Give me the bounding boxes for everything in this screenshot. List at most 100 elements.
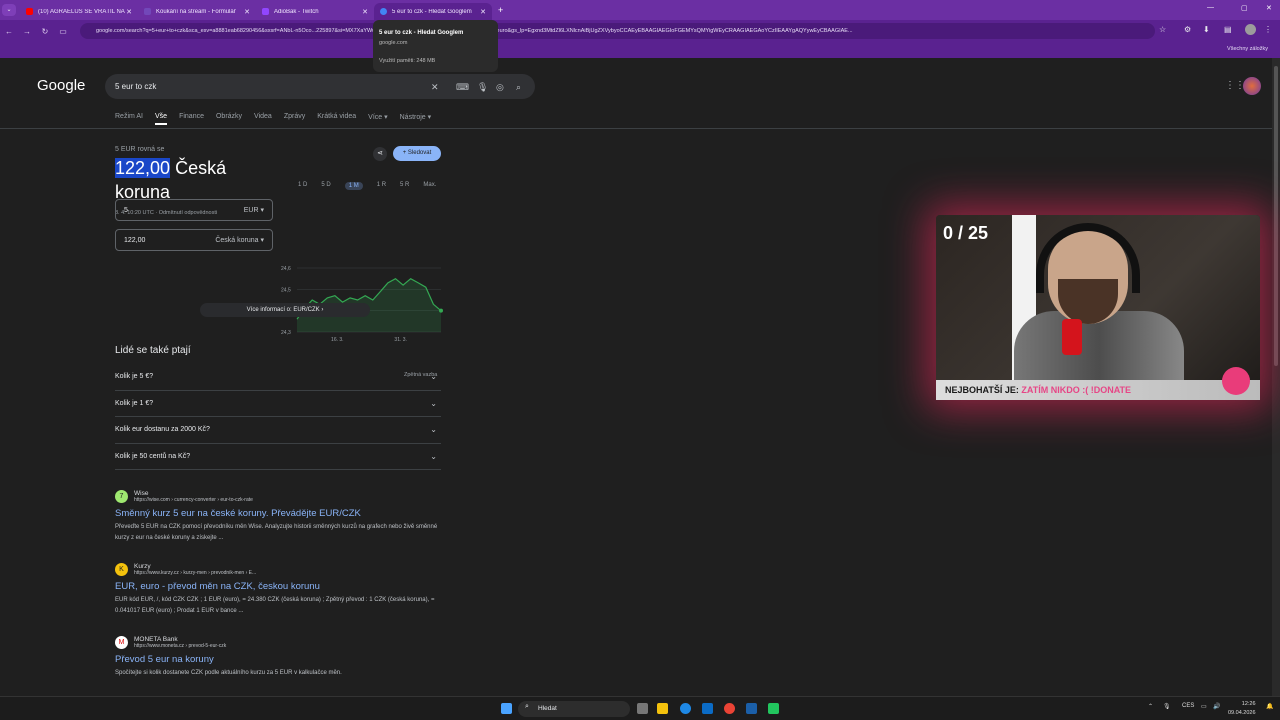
extensions-icon[interactable]: ⚙ [1184,25,1191,34]
webcam-overlay: 0 / 25 NEJBOHATŠÍ JE: ZATÍM NIKDO :( !DO… [936,215,1260,400]
paa-question[interactable]: Kolik je 1 €? ⌄ [115,391,441,417]
chart-last-point [439,308,443,313]
tab-short-videos[interactable]: Krátká videa [317,113,356,125]
split-view-icon[interactable]: ▭ [54,27,72,36]
result-title-link[interactable]: Směnný kurz 5 eur na české koruny. Převá… [115,508,445,519]
app-icon[interactable] [768,703,779,714]
paa-question[interactable]: Kolik je 50 centů na Kč? ⌄ [115,444,441,470]
tab-news[interactable]: Zprávy [284,113,305,125]
tab-videos[interactable]: Videa [254,113,272,125]
address-bar[interactable]: google.com/search?q=5+eur+to+czk&sca_esv… [80,23,1155,39]
range-5d[interactable]: 5 D [321,182,330,190]
tab-bar: ⌄ (10) AGRAELUS SE VRÁTIL NA T ✕ Koukání … [0,0,1280,20]
range-1m[interactable]: 1 M [344,182,363,190]
close-tab-icon[interactable]: ✕ [126,8,132,16]
maximize-icon[interactable]: ▢ [1241,4,1248,12]
clock[interactable]: 12:26 09.04.2026 [1228,700,1256,718]
volume-icon[interactable]: 🔊 [1213,703,1220,710]
lens-icon[interactable]: ◎ [496,82,504,93]
result-url[interactable]: https://www.moneta.cz › prevod-5-eur-czk [134,643,226,649]
paa-question[interactable]: Kolik je 5 €? ⌄ [115,364,441,391]
close-tab-icon[interactable]: ✕ [480,8,486,16]
result-url[interactable]: https://www.kurzy.cz › kurzy-men › prevo… [134,570,256,576]
bookmarks-bar: Všechny záložky [0,42,1280,58]
google-logo[interactable]: Google [37,77,85,94]
network-icon[interactable]: ▭ [1201,703,1207,710]
search-result: 7 Wise https://wise.com › currency-convert… [115,490,445,544]
chevron-down-icon: ⌄ [430,451,437,461]
mic-icon[interactable]: 🎙 [477,82,488,93]
clear-icon[interactable]: ✕ [431,82,439,93]
range-1d[interactable]: 1 D [298,182,307,190]
close-window-icon[interactable]: ✕ [1266,4,1272,12]
search-icon: ⌕ [525,703,529,710]
browser-tab-active[interactable]: 5 eur to czk - Hledat Googlem ✕ [374,3,492,20]
tab-finance[interactable]: Finance [179,113,204,125]
forward-icon[interactable]: → [18,27,36,36]
from-currency-select[interactable]: EUR ▾ [244,200,264,222]
browser-tab[interactable]: AdioBak - Twitch ✕ [256,3,374,20]
search-tabs: Režim AI Vše Finance Obrázky Videa Zpráv… [115,113,431,125]
explorer-icon[interactable] [657,703,668,714]
share-button[interactable]: ⋖ [373,147,387,161]
x-tick-label: 31. 3. [394,337,407,343]
start-icon[interactable] [501,703,512,714]
chevron-down-icon: ⌄ [430,398,437,408]
result-title-link[interactable]: Převod 5 eur na koruny [115,654,445,665]
result-title-link[interactable]: EUR, euro - převod měn na CZK, českou ko… [115,581,445,592]
tab-images[interactable]: Obrázky [216,113,242,125]
mic-icon[interactable]: 🎙 [1163,703,1171,710]
bookmark-star-icon[interactable]: ☆ [1159,25,1166,34]
chrome-icon[interactable] [724,703,735,714]
range-1y[interactable]: 1 R [377,182,386,190]
profile-avatar[interactable] [1245,24,1256,35]
tab-more[interactable]: Více ▾ [368,113,387,125]
browser-tab[interactable]: Koukání na stream - Formulář ✕ [138,3,256,20]
google-icon [380,8,387,15]
from-amount-input[interactable]: 5 EUR ▾ [115,199,273,221]
task-view-icon[interactable] [637,703,648,714]
store-icon[interactable] [702,703,713,714]
avatar[interactable] [1243,77,1261,95]
new-tab-button[interactable]: + [498,5,503,15]
reload-icon[interactable]: ↻ [36,27,54,36]
close-tab-icon[interactable]: ✕ [362,8,368,16]
steam-icon[interactable] [746,703,757,714]
language-indicator[interactable]: CES [1182,703,1194,709]
toolbar: ← → ↻ ▭ google.com/search?q=5+eur+to+czk… [0,20,1280,42]
search-result: K Kurzy https://www.kurzy.cz › kurzy-men ›… [115,563,445,617]
currency-converter: 5 EUR rovná se 122,00 Česká koruna 8. 4. … [115,146,445,378]
y-tick-label: 24,6 [281,266,291,272]
scrollbar[interactable] [1272,58,1280,696]
tab-ai-mode[interactable]: Režim AI [115,113,143,125]
tab-all[interactable]: Vše [155,113,168,125]
downloads-icon[interactable]: ⬇ [1203,25,1210,34]
tray-chevron-icon[interactable]: ⌃ [1148,703,1153,710]
all-bookmarks-button[interactable]: Všechny záložky [1227,46,1268,52]
range-max[interactable]: Max. [423,182,436,190]
search-icon[interactable]: ⌕ [516,82,521,93]
menu-icon[interactable]: ⋮ [1264,25,1272,34]
range-5y[interactable]: 5 R [400,182,409,190]
follow-button[interactable]: + Sledovat [393,146,441,161]
twitch-icon [262,8,269,15]
browser-tab[interactable]: (10) AGRAELUS SE VRÁTIL NA T ✕ [20,3,138,20]
keyboard-icon[interactable]: ⌨ [456,82,469,93]
more-info-button[interactable]: Více informací o: EUR/CZK › [200,303,370,317]
paa-question[interactable]: Kolik eur dostanu za 2000 Kč? ⌄ [115,417,441,444]
back-icon[interactable]: ← [0,27,18,36]
search-input[interactable]: 5 eur to czk [105,74,535,99]
close-tab-icon[interactable]: ✕ [244,8,250,16]
to-currency-select[interactable]: Česká koruna ▾ [215,230,264,252]
to-amount-input[interactable]: 122,00 Česká koruna ▾ [115,229,273,251]
result-url[interactable]: https://wise.com › currency-converter › … [134,497,253,503]
edge-icon[interactable] [680,703,691,714]
x-tick-label: 16. 3. [331,337,344,343]
notifications-icon[interactable]: 🔔 [1266,703,1273,710]
minimize-icon[interactable]: — [1207,4,1214,11]
taskbar-search[interactable]: Hledat [518,701,630,717]
scrollbar-thumb[interactable] [1274,66,1278,366]
tab-search-button[interactable]: ⌄ [2,4,16,16]
sidepanel-icon[interactable]: ▤ [1224,25,1232,34]
tab-tools[interactable]: Nástroje ▾ [400,113,432,125]
